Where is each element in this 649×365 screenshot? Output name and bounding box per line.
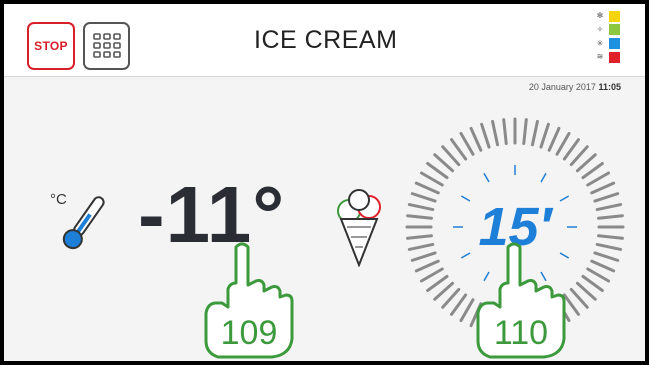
- mode-color-red: [609, 51, 620, 63]
- fan-icon: ✻: [596, 11, 604, 21]
- sparkle-icon: ✧: [596, 24, 604, 34]
- grid-icon: [92, 33, 121, 58]
- snowflake-icon: ✳: [596, 38, 604, 48]
- heat-icon: ≋: [596, 52, 604, 62]
- mode-indicator-snowflake: ✳: [590, 37, 620, 50]
- header-bar: STOP ICE CREAM ✻ ✧ ✳ ≋: [4, 4, 645, 77]
- annotation-label-110: 110: [493, 314, 549, 352]
- touch-annotation-left: 109: [202, 241, 294, 361]
- mode-indicator-heat: ≋: [590, 51, 620, 64]
- date-time: 20 January 2017 11:05: [529, 82, 621, 92]
- mode-color-green: [609, 24, 620, 36]
- mode-color-yellow: [609, 10, 620, 22]
- page-title: ICE CREAM: [254, 26, 398, 54]
- annotation-label-109: 109: [220, 314, 278, 352]
- menu-grid-button[interactable]: [83, 22, 130, 70]
- mode-indicator-sparkle: ✧: [590, 24, 620, 37]
- touch-annotation-right: 110: [474, 241, 566, 361]
- ice-cream-cone-icon: [337, 189, 381, 267]
- mode-indicator-fan: ✻: [590, 10, 620, 23]
- mode-indicators: ✻ ✧ ✳ ≋: [590, 10, 620, 68]
- svg-text:°C: °C: [50, 191, 67, 208]
- screen-frame: STOP ICE CREAM ✻ ✧ ✳ ≋ 20 January 2017 1…: [0, 0, 649, 365]
- time-text: 11:05: [598, 82, 621, 92]
- thermometer-icon: °C: [50, 191, 105, 250]
- stop-button[interactable]: STOP: [27, 22, 75, 70]
- mode-color-blue: [609, 38, 620, 50]
- date-text: 20 January 2017: [528, 82, 596, 92]
